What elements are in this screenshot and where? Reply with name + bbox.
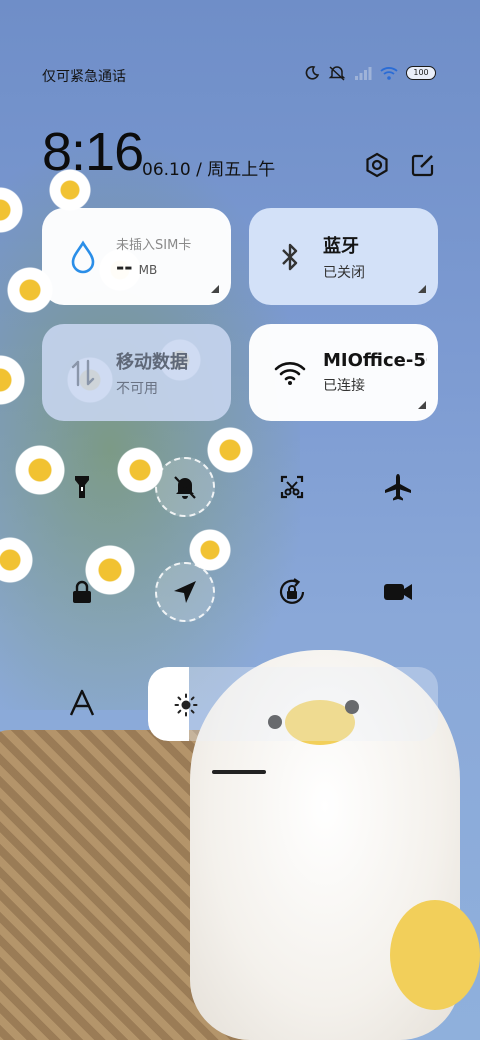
wifi-status: 已连接	[323, 378, 365, 394]
status-bar: 仅可紧急通话 100	[0, 62, 480, 92]
auto-brightness-button[interactable]	[62, 683, 102, 723]
airplane-icon	[385, 474, 411, 501]
date-text: 06.10 / 周五上午	[142, 160, 276, 180]
status-icons: 100	[304, 65, 436, 81]
data-usage-tile[interactable]: 未插入SIM卡 -- MB	[42, 208, 231, 305]
flashlight-icon	[75, 476, 89, 498]
control-center: 仅可紧急通话 100 8:16 06.10 / 周五上午 未插入SIM卡 -- M…	[0, 0, 480, 1040]
data-usage-title: 未插入SIM卡	[116, 238, 192, 253]
carrier-text: 仅可紧急通话	[42, 69, 126, 85]
expand-corner-icon	[418, 401, 426, 409]
moon-icon	[305, 66, 320, 80]
data-usage-value: --	[116, 255, 133, 279]
mobile-data-title: 移动数据	[116, 351, 188, 373]
lock-icon	[73, 580, 91, 603]
expand-corner-icon	[211, 285, 219, 293]
wifi-tile[interactable]: MIOffice-5G 已连接	[249, 324, 438, 421]
silent-toggle[interactable]	[155, 457, 215, 517]
data-usage-value-row: -- MB	[116, 255, 191, 279]
bluetooth-status: 已关闭	[323, 264, 365, 281]
lock-screen-toggle[interactable]	[52, 562, 112, 622]
battery-icon: 100	[406, 66, 436, 80]
expand-corner-icon	[418, 285, 426, 293]
airplane-mode-toggle[interactable]	[368, 457, 428, 517]
wifi-network-name: MIOffice-5G	[323, 350, 427, 371]
drag-handle[interactable]	[212, 770, 266, 774]
screen-record-toggle[interactable]	[368, 562, 428, 622]
data-arrows-icon	[66, 356, 100, 390]
rotation-lock-toggle[interactable]	[262, 562, 322, 622]
mobile-data-tile[interactable]: 移动数据 不可用	[42, 324, 231, 421]
rotation-lock-icon	[279, 578, 305, 604]
water-drop-icon	[66, 240, 100, 274]
wifi-icon	[380, 67, 398, 80]
location-icon	[174, 581, 196, 603]
wifi-icon	[273, 356, 307, 390]
mobile-data-status: 不可用	[116, 380, 158, 397]
brightness-slider[interactable]	[148, 667, 438, 741]
sun-icon	[174, 693, 198, 717]
bluetooth-tile[interactable]: 蓝牙 已关闭	[249, 208, 438, 305]
settings-icon	[366, 152, 388, 178]
flashlight-toggle[interactable]	[52, 457, 112, 517]
settings-button[interactable]	[362, 150, 392, 180]
mute-icon	[328, 66, 346, 81]
screenshot-icon	[280, 475, 304, 499]
bluetooth-icon	[273, 240, 307, 274]
screenshot-toggle[interactable]	[262, 457, 322, 517]
edit-icon	[411, 154, 434, 177]
bell-off-icon	[174, 476, 196, 499]
video-camera-icon	[384, 584, 412, 600]
edit-button[interactable]	[408, 150, 438, 180]
data-usage-unit: MB	[138, 263, 158, 277]
clock: 8:16	[42, 122, 144, 182]
location-toggle[interactable]	[155, 562, 215, 622]
bluetooth-title: 蓝牙	[323, 235, 359, 257]
signal-icon	[355, 67, 372, 80]
auto-brightness-icon	[69, 689, 95, 716]
